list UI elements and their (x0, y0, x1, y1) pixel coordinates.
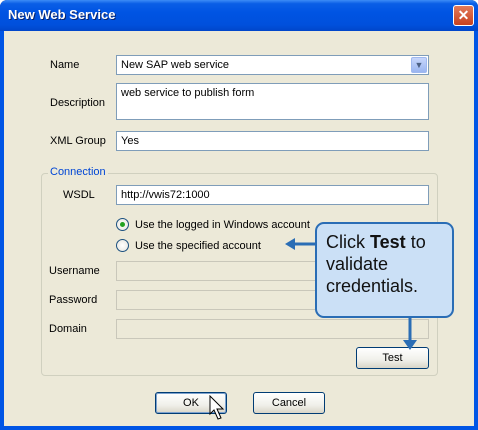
name-value: New SAP web service (121, 59, 230, 71)
description-field[interactable]: web service to publish form (116, 83, 429, 120)
callout-bold: Test (370, 232, 406, 252)
xml-group-field[interactable]: Yes (116, 131, 429, 151)
wsdl-value: http://vwis72:1000 (121, 189, 210, 201)
password-label: Password (49, 294, 98, 306)
xml-group-label: XML Group (50, 135, 106, 147)
radio-windows-checked[interactable] (116, 218, 129, 231)
radio-specified-account[interactable]: Use the specified account (116, 239, 261, 252)
wsdl-label: WSDL (63, 189, 95, 201)
window-title: New Web Service (8, 7, 116, 22)
domain-label: Domain (49, 323, 87, 335)
connection-legend: Connection (48, 166, 108, 178)
cancel-button[interactable]: Cancel (253, 392, 325, 414)
wsdl-field[interactable]: http://vwis72:1000 (116, 185, 429, 205)
name-label: Name (50, 59, 80, 71)
description-label: Description (50, 97, 106, 109)
callout-tail-arrow (403, 316, 417, 350)
radio-specified-unchecked[interactable] (116, 239, 129, 252)
description-value: web service to publish form (121, 87, 255, 99)
radio-specified-label: Use the specified account (135, 239, 261, 252)
callout-prefix: Click (326, 232, 370, 252)
username-label: Username (49, 265, 100, 277)
callout-box: Click Test to validate credentials. (315, 222, 454, 318)
title-bar[interactable]: New Web Service ✕ (0, 0, 478, 31)
xml-group-value: Yes (121, 135, 139, 147)
name-combo[interactable]: New SAP web service ▼ (116, 55, 429, 75)
mouse-cursor-icon (209, 395, 225, 420)
close-icon: ✕ (457, 7, 470, 23)
radio-windows-label: Use the logged in Windows account (135, 218, 310, 231)
domain-field[interactable] (116, 319, 429, 339)
close-button[interactable]: ✕ (453, 5, 474, 26)
radio-windows-account[interactable]: Use the logged in Windows account (116, 218, 310, 231)
chevron-down-icon[interactable]: ▼ (411, 57, 427, 73)
